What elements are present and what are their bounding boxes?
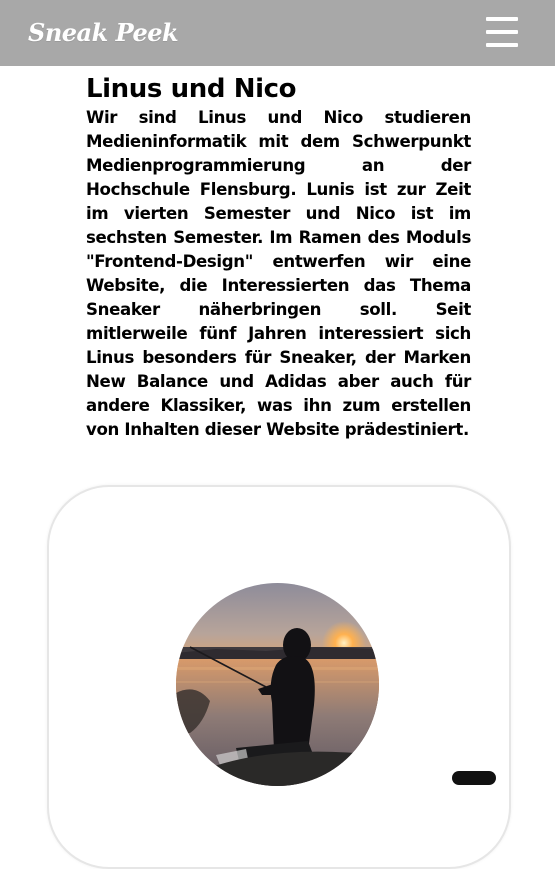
chat-widget-button[interactable]: [452, 771, 496, 785]
top-navbar: Sneak Peek: [0, 0, 555, 66]
menu-bar-top: [486, 17, 518, 21]
hamburger-menu-icon[interactable]: [486, 17, 518, 47]
profile-photo: [176, 583, 379, 786]
site-logo[interactable]: Sneak Peek: [28, 21, 179, 45]
about-section: Linus und Nico Wir sind Linus und Nico s…: [86, 72, 471, 442]
about-text: Wir sind Linus und Nico studieren Medien…: [86, 108, 471, 439]
sunset-fishing-image: [176, 583, 379, 786]
menu-bar-bottom: [486, 43, 518, 47]
menu-bar-middle: [486, 30, 518, 34]
page-title: Linus und Nico: [86, 74, 297, 104]
